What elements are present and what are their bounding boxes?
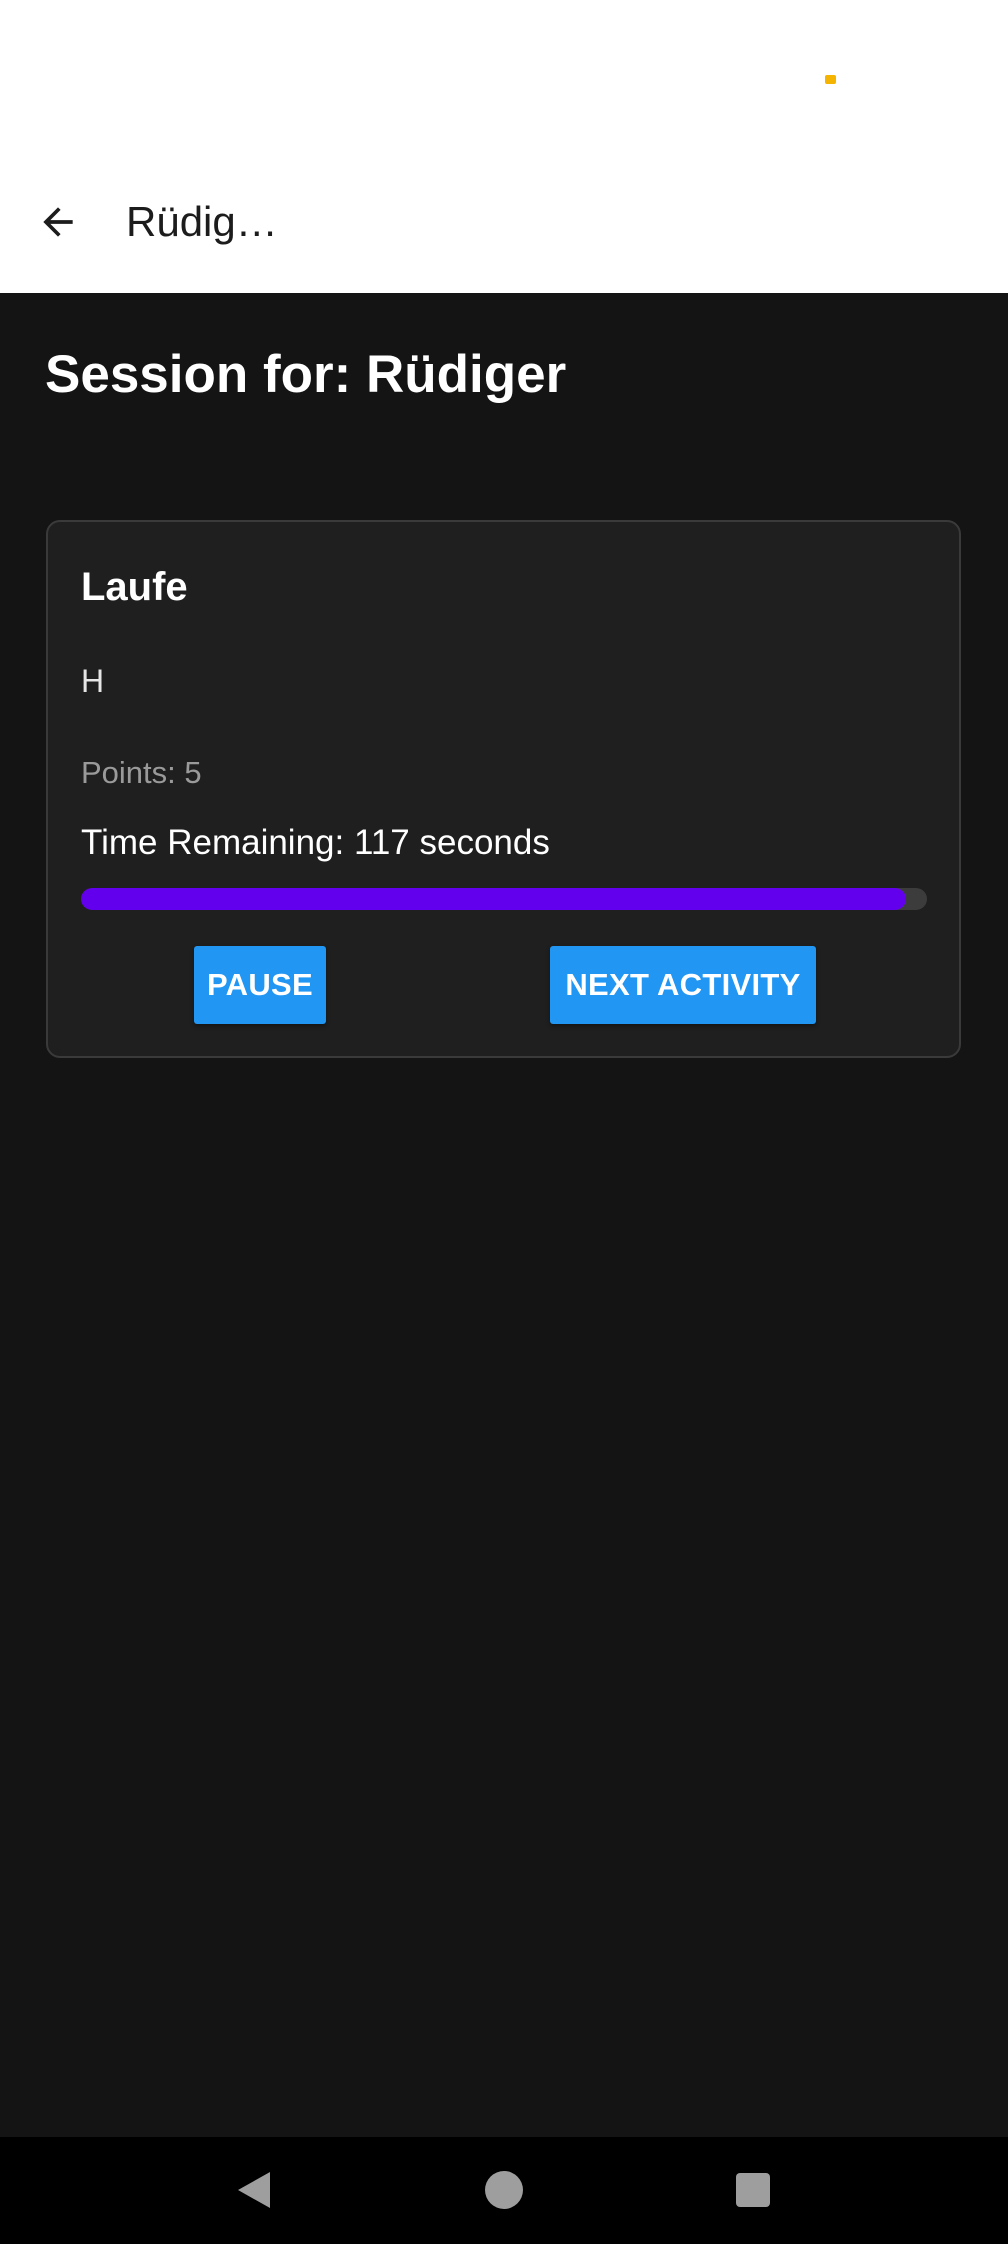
app-bar: Rüdig… bbox=[0, 160, 1008, 293]
time-progress-bar bbox=[81, 888, 927, 910]
back-button[interactable] bbox=[26, 190, 90, 254]
activity-description: H bbox=[81, 663, 105, 699]
arrow-left-icon bbox=[43, 207, 73, 237]
app-bar-title: Rüdig… bbox=[126, 198, 278, 245]
next-activity-button[interactable]: NEXT ACTIVITY bbox=[550, 946, 816, 1024]
page-title: Session for: Rüdiger bbox=[45, 345, 567, 404]
nav-back-button[interactable] bbox=[221, 2157, 287, 2223]
time-remaining-label: Time Remaining: 117 seconds bbox=[81, 823, 550, 862]
nav-home-button[interactable] bbox=[471, 2157, 537, 2223]
square-recents-icon bbox=[736, 2173, 770, 2207]
pause-button[interactable]: PAUSE bbox=[194, 946, 326, 1024]
status-bar bbox=[0, 0, 1008, 160]
circle-home-icon bbox=[485, 2171, 523, 2209]
triangle-back-icon bbox=[238, 2172, 270, 2208]
system-navigation-bar bbox=[0, 2137, 1008, 2244]
app-screen: Rüdig… Session for: Rüdiger Laufe H Poin… bbox=[0, 0, 1008, 2244]
nav-recents-button[interactable] bbox=[720, 2157, 786, 2223]
points-label: Points: 5 bbox=[81, 755, 202, 790]
time-progress-fill bbox=[81, 888, 906, 910]
activity-card: Laufe H Points: 5 Time Remaining: 117 se… bbox=[46, 520, 961, 1058]
notification-indicator-icon bbox=[825, 75, 836, 84]
activity-name: Laufe bbox=[81, 565, 188, 609]
